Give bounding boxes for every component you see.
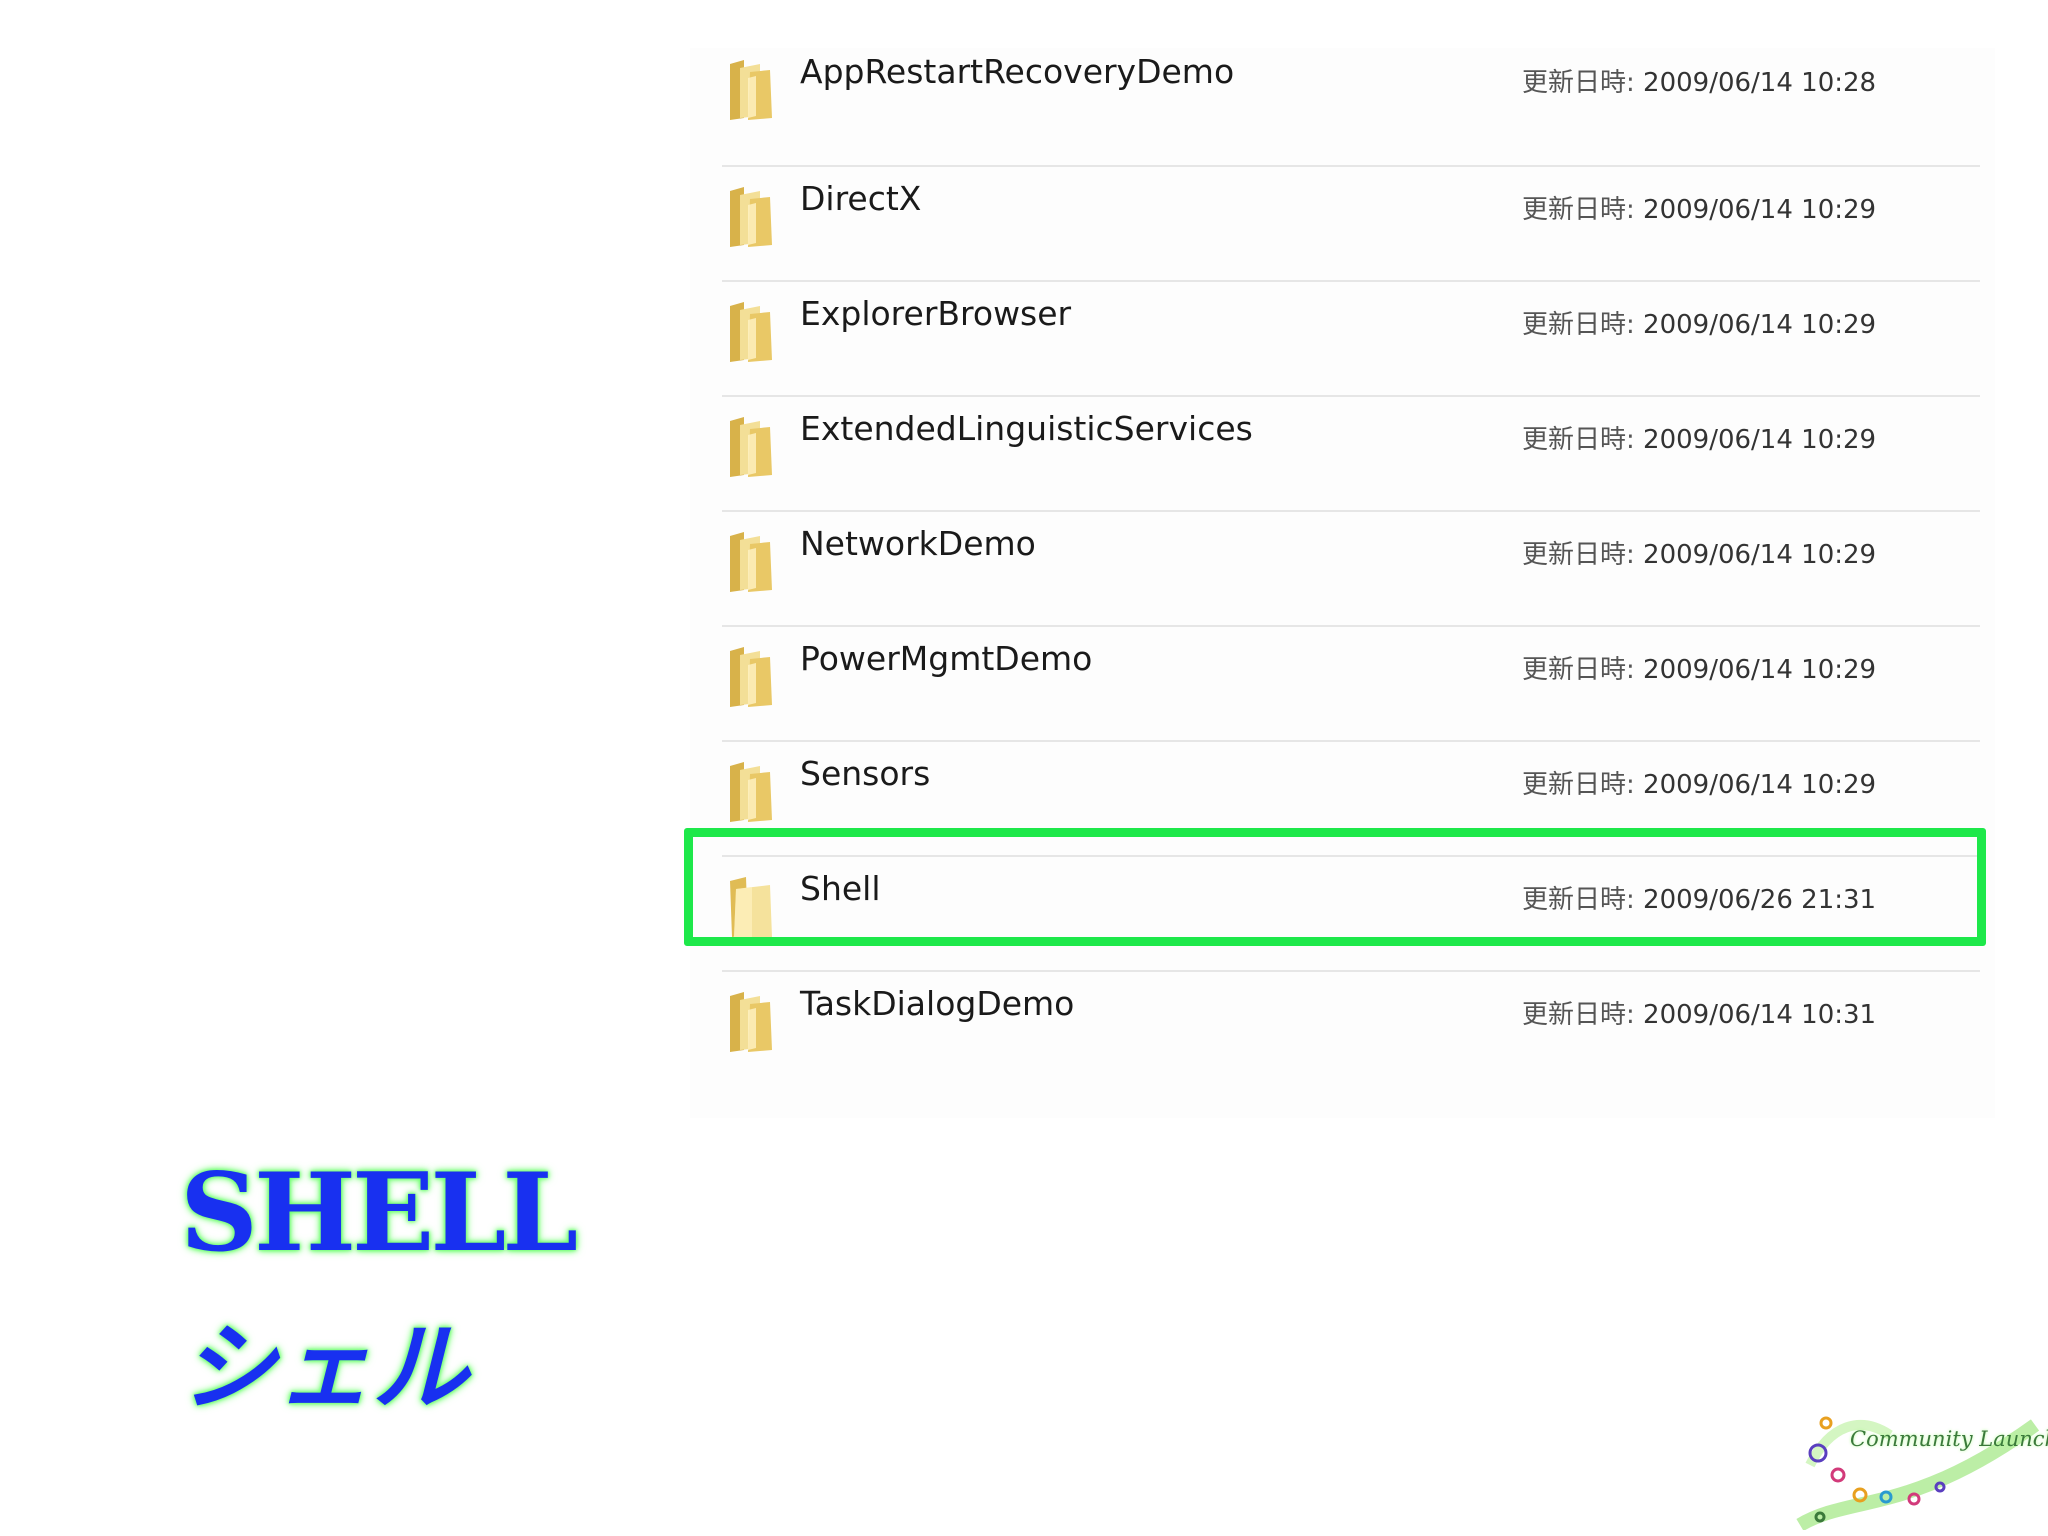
- date-label: 更新日時:: [1522, 310, 1635, 340]
- folder-name: PowerMgmtDemo: [800, 639, 1093, 678]
- folder-name: Sensors: [800, 754, 931, 793]
- folder-icon: [730, 187, 772, 247]
- date-value: 2009/06/14 10:28: [1643, 68, 1877, 98]
- date-label: 更新日時:: [1522, 770, 1635, 800]
- date-value: 2009/06/14 10:29: [1643, 195, 1877, 225]
- date-label: 更新日時:: [1522, 68, 1635, 98]
- folder-row-directx[interactable]: DirectX 更新日時: 2009/06/14 10:29: [722, 165, 1980, 280]
- folder-modified-date: 更新日時: 2009/06/14 10:29: [1522, 419, 1876, 456]
- folder-modified-date: 更新日時: 2009/06/14 10:29: [1522, 189, 1876, 226]
- folder-modified-date: 更新日時: 2009/06/14 10:28: [1522, 62, 1876, 99]
- folder-icon: [730, 532, 772, 592]
- folder-icon: [730, 647, 772, 707]
- shell-highlight-box: [684, 828, 1986, 946]
- date-value: 2009/06/14 10:29: [1643, 540, 1877, 570]
- date-value: 2009/06/14 10:29: [1643, 655, 1877, 685]
- folder-name: DirectX: [800, 179, 922, 218]
- date-label: 更新日時:: [1522, 425, 1635, 455]
- caption-japanese: シェル: [180, 1311, 468, 1424]
- folder-row-explorerbrowser[interactable]: ExplorerBrowser 更新日時: 2009/06/14 10:29: [722, 280, 1980, 395]
- date-label: 更新日時:: [1522, 195, 1635, 225]
- folder-row-networkdemo[interactable]: NetworkDemo 更新日時: 2009/06/14 10:29: [722, 510, 1980, 625]
- folder-name: TaskDialogDemo: [800, 984, 1075, 1023]
- folder-name: ExtendedLinguisticServices: [800, 409, 1253, 448]
- folder-icon: [730, 762, 772, 822]
- folder-icon: [730, 992, 772, 1052]
- caption-english: SHELL: [180, 1150, 578, 1276]
- date-label: 更新日時:: [1522, 1000, 1635, 1030]
- date-value: 2009/06/14 10:29: [1643, 425, 1877, 455]
- folder-row-powermgmtdemo[interactable]: PowerMgmtDemo 更新日時: 2009/06/14 10:29: [722, 625, 1980, 740]
- folder-modified-date: 更新日時: 2009/06/14 10:29: [1522, 764, 1876, 801]
- folder-row-taskdialogdemo[interactable]: TaskDialogDemo 更新日時: 2009/06/14 10:31: [722, 970, 1980, 1085]
- folder-icon: [730, 302, 772, 362]
- date-label: 更新日時:: [1522, 655, 1635, 685]
- folder-name: NetworkDemo: [800, 524, 1036, 563]
- folder-name: AppRestartRecoveryDemo: [800, 52, 1235, 91]
- date-value: 2009/06/14 10:29: [1643, 770, 1877, 800]
- date-label: 更新日時:: [1522, 540, 1635, 570]
- date-value: 2009/06/14 10:31: [1643, 1000, 1877, 1030]
- folder-icon: [730, 417, 772, 477]
- logo-text: Community Launch 2009: [1850, 1427, 2048, 1451]
- folder-modified-date: 更新日時: 2009/06/14 10:29: [1522, 534, 1876, 571]
- folder-icon: [730, 60, 772, 120]
- folder-row-extendedlinguisticservices[interactable]: ExtendedLinguisticServices 更新日時: 2009/06…: [722, 395, 1980, 510]
- community-launch-logo: Community Launch 2009: [1790, 1405, 2048, 1532]
- logo-graphic: [1796, 1416, 2040, 1532]
- folder-modified-date: 更新日時: 2009/06/14 10:31: [1522, 994, 1876, 1031]
- folder-name: ExplorerBrowser: [800, 294, 1072, 333]
- folder-modified-date: 更新日時: 2009/06/14 10:29: [1522, 304, 1876, 341]
- folder-modified-date: 更新日時: 2009/06/14 10:29: [1522, 649, 1876, 686]
- date-value: 2009/06/14 10:29: [1643, 310, 1877, 340]
- folder-row-apprestartrecoverydemo[interactable]: AppRestartRecoveryDemo 更新日時: 2009/06/14 …: [722, 40, 1980, 155]
